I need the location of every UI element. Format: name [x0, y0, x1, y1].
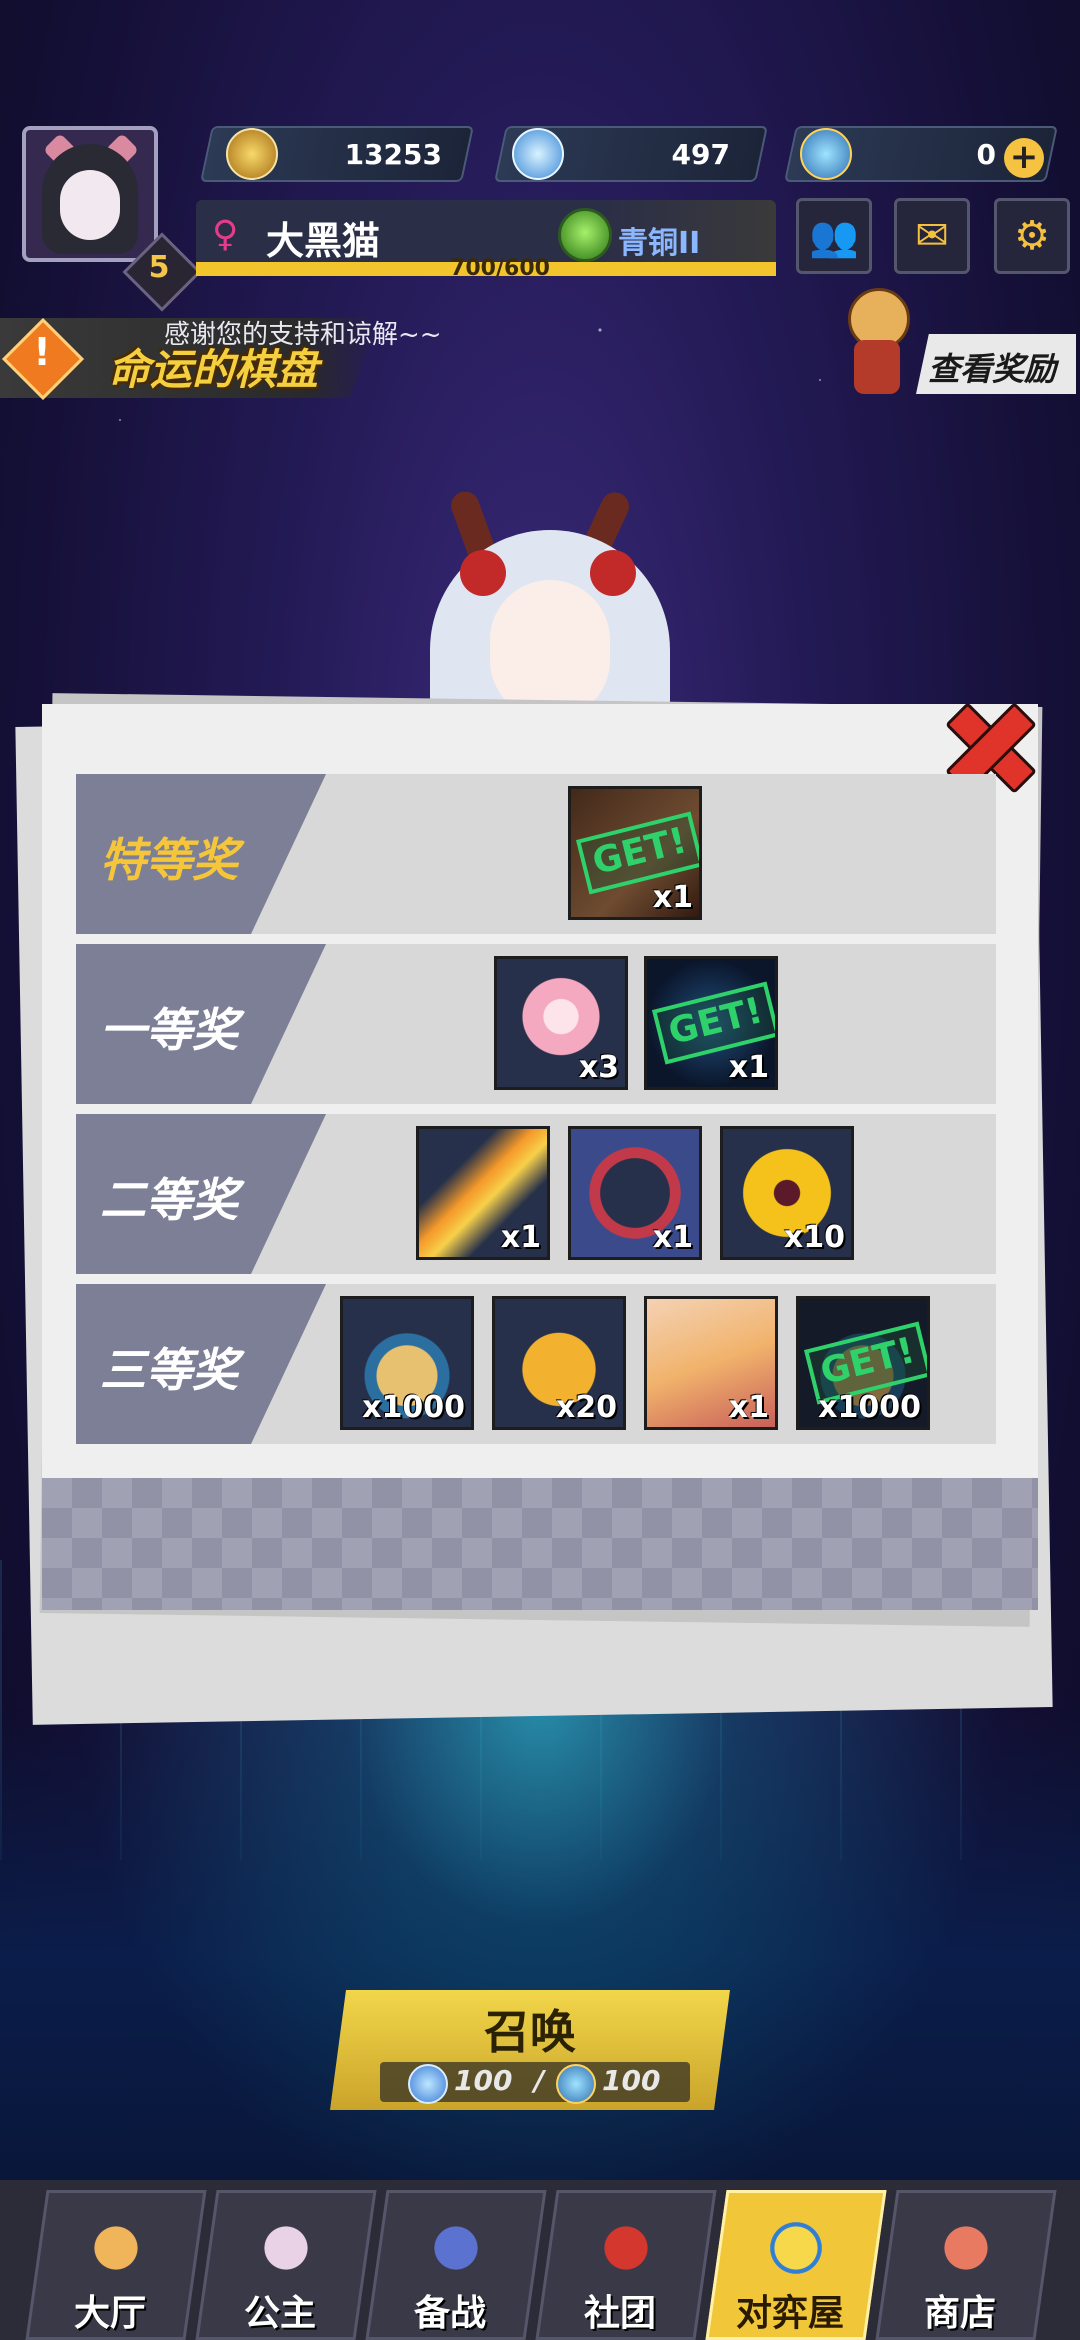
prize-item-sakura-flower[interactable]: x3	[494, 956, 628, 1090]
nav-label-chess-room[interactable]: 对弈屋	[710, 2284, 870, 2336]
diamond-icon	[408, 2064, 448, 2104]
rank-text: 青铜II	[618, 226, 701, 261]
prize-item-coin-bucket[interactable]: x1000	[340, 1296, 474, 1430]
nav-label-shop[interactable]: 商店	[880, 2284, 1040, 2336]
summon-ticket-icon	[556, 2064, 596, 2104]
nav-label-princess[interactable]: 公主	[200, 2284, 360, 2336]
item-qty: x1000	[818, 1390, 921, 1425]
settings-button[interactable]: ⚙	[994, 198, 1070, 274]
view-reward-label[interactable]: 查看奖励	[928, 344, 1056, 390]
gold-value: 13253	[344, 138, 442, 171]
item-qty: x3	[578, 1050, 619, 1085]
panel-checker-footer	[42, 1478, 1038, 1610]
swords-icon	[66, 2198, 166, 2298]
chess-icon	[406, 2198, 506, 2298]
rank-icon	[558, 208, 612, 262]
summon-title[interactable]: 召唤	[330, 1996, 730, 2062]
nav-label-lobby[interactable]: 大厅	[30, 2284, 190, 2336]
prize-item-lucky-bag[interactable]: x20	[492, 1296, 626, 1430]
prize-item-avatar-frame[interactable]: x1	[568, 1126, 702, 1260]
player-level: 5	[148, 250, 170, 285]
friends-icon: 👥	[809, 213, 859, 260]
tier-label-third: 三等奖	[100, 1343, 238, 1397]
tier-label-special: 特等奖	[100, 833, 238, 887]
item-qty: x1	[728, 1390, 769, 1425]
warning-mark: !	[33, 330, 51, 374]
nav-label-prepare[interactable]: 备战	[370, 2284, 530, 2336]
item-qty: x1000	[362, 1390, 465, 1425]
item-qty: x1	[500, 1220, 541, 1255]
prize-item-character-portrait[interactable]: x1	[644, 1296, 778, 1430]
item-qty: x10	[783, 1220, 845, 1255]
event-title: 命运的棋盘	[108, 345, 319, 394]
add-ticket-button[interactable]: +	[1004, 138, 1044, 178]
bunny-girl-character	[420, 487, 680, 730]
gear-icon: ⚙	[1014, 213, 1050, 259]
item-qty: x1	[728, 1050, 769, 1085]
summon-cost-separator: /	[534, 2064, 545, 2097]
shop-icon	[916, 2198, 1016, 2298]
item-qty: x1	[652, 1220, 693, 1255]
nav-label-club[interactable]: 社团	[540, 2284, 700, 2336]
prize-item-character-portrait[interactable]: GET! x1	[568, 786, 702, 920]
prize-item-blue-crystal[interactable]: GET! x1	[644, 956, 778, 1090]
mail-icon: ✉	[915, 213, 949, 259]
player-name: 大黑猫	[266, 219, 381, 263]
summon-cost-diamond: 100	[454, 2064, 513, 2097]
castle-icon	[576, 2198, 676, 2298]
mail-button[interactable]: ✉	[894, 198, 970, 274]
item-qty: x20	[555, 1390, 617, 1425]
princess-icon	[236, 2198, 336, 2298]
female-gender-icon: ♀	[212, 214, 239, 255]
friends-button[interactable]: 👥	[796, 198, 872, 274]
ticket-value: 0	[976, 138, 996, 171]
prize-item-flame-feather[interactable]: x1	[416, 1126, 550, 1260]
tier-label-first: 一等奖	[100, 1003, 238, 1057]
item-qty: x1	[652, 880, 693, 915]
prize-item-yellow-pansy[interactable]: x10	[720, 1126, 854, 1260]
tier-label-second: 二等奖	[100, 1173, 238, 1227]
exp-text: 700/600	[450, 256, 550, 281]
chess-knight-icon	[746, 2198, 846, 2298]
summon-cost-ticket: 100	[602, 2064, 661, 2097]
diamond-value: 497	[671, 138, 730, 171]
prize-item-coin-bucket[interactable]: GET! x1000	[796, 1296, 930, 1430]
player-avatar[interactable]	[22, 126, 158, 262]
mascot-icon	[830, 288, 920, 408]
